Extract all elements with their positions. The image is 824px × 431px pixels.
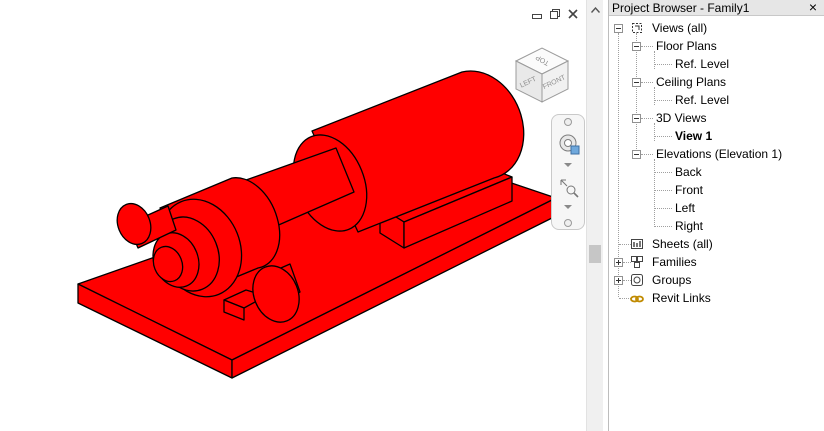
viewcube[interactable]: TOP LEFT FRONT [510, 44, 574, 106]
scroll-up-arrow-icon[interactable] [587, 2, 604, 18]
tree-item-floor-ref-level[interactable]: Ref. Level [675, 55, 729, 73]
tree-line [654, 172, 672, 173]
tree-line [641, 82, 653, 83]
tree-item-sheets-all[interactable]: Sheets (all) [652, 235, 713, 253]
tree-line [654, 100, 672, 101]
expand-elevations-toggle[interactable] [632, 150, 641, 159]
groups-icon [631, 274, 643, 286]
3d-view-canvas[interactable]: TOP LEFT FRONT [0, 0, 586, 431]
tree-line [654, 190, 672, 191]
expand-floor-plans-toggle[interactable] [632, 42, 641, 51]
tree-line [641, 46, 653, 47]
views-icon [632, 23, 642, 33]
tree-item-elevation-right[interactable]: Right [675, 217, 703, 235]
vertical-scrollbar[interactable] [586, 0, 603, 431]
tree-item-elevation-back[interactable]: Back [675, 163, 702, 181]
revit-links-icon [630, 295, 644, 303]
steering-wheel-icon [559, 134, 580, 155]
tree-item-3d-views[interactable]: 3D Views [656, 109, 706, 127]
close-icon [568, 9, 578, 19]
zoom-region-button[interactable] [556, 175, 582, 201]
tree-item-groups[interactable]: Groups [652, 271, 691, 289]
zoom-icon [560, 179, 579, 198]
tree-item-elevations[interactable]: Elevations (Elevation 1) [656, 145, 782, 163]
zoom-dropdown[interactable] [564, 205, 572, 209]
minimize-view-button[interactable] [530, 7, 544, 21]
expand-groups-toggle[interactable] [614, 276, 623, 285]
tree-line [654, 159, 655, 227]
steering-wheel-dropdown[interactable] [564, 163, 572, 167]
restore-view-button[interactable] [548, 7, 562, 21]
tree-line [636, 33, 637, 155]
tree-item-ceiling-plans[interactable]: Ceiling Plans [656, 73, 726, 91]
tree-line [654, 87, 655, 105]
tree-item-view-1[interactable]: View 1 [675, 127, 712, 145]
expand-families-toggle[interactable] [614, 258, 623, 267]
tree-line [641, 154, 653, 155]
project-tree: Views (all) Floor Plans Ref. Level Ceili… [609, 19, 824, 431]
tree-item-floor-plans[interactable]: Floor Plans [656, 37, 717, 55]
tree-item-elevation-left[interactable]: Left [675, 199, 695, 217]
tree-line [654, 51, 655, 69]
project-browser: Project Browser - Family1 × Views (all) … [608, 0, 824, 431]
expand-3d-views-toggle[interactable] [632, 114, 641, 123]
view-window-controls [530, 7, 580, 21]
restore-icon [550, 9, 560, 19]
minimize-icon [532, 14, 542, 19]
tree-line [654, 208, 672, 209]
sheets-icon [631, 239, 643, 249]
tree-line [654, 226, 672, 227]
tree-item-ceiling-ref-level[interactable]: Ref. Level [675, 91, 729, 109]
families-icon [631, 256, 643, 268]
steering-wheel-button[interactable] [556, 131, 582, 157]
scrollbar-thumb[interactable] [589, 245, 601, 263]
close-icon: × [808, 0, 818, 15]
tree-item-families[interactable]: Families [652, 253, 697, 271]
navbar-options-dot[interactable] [564, 219, 572, 227]
tree-item-views-all[interactable]: Views (all) [652, 19, 707, 37]
project-browser-title: Project Browser - Family1 [609, 0, 824, 16]
pump-model[interactable] [0, 0, 586, 431]
navbar-close-dot[interactable] [564, 118, 572, 126]
close-view-button[interactable] [566, 7, 580, 21]
tree-line [654, 136, 672, 137]
tree-line [654, 123, 655, 141]
expand-views-toggle[interactable] [614, 24, 623, 33]
tree-line [654, 64, 672, 65]
tree-item-revit-links[interactable]: Revit Links [652, 289, 711, 307]
expand-ceiling-plans-toggle[interactable] [632, 78, 641, 87]
navigation-bar [551, 114, 585, 230]
tree-line [641, 118, 653, 119]
close-browser-button[interactable]: × [806, 0, 820, 16]
tree-item-elevation-front[interactable]: Front [675, 181, 703, 199]
